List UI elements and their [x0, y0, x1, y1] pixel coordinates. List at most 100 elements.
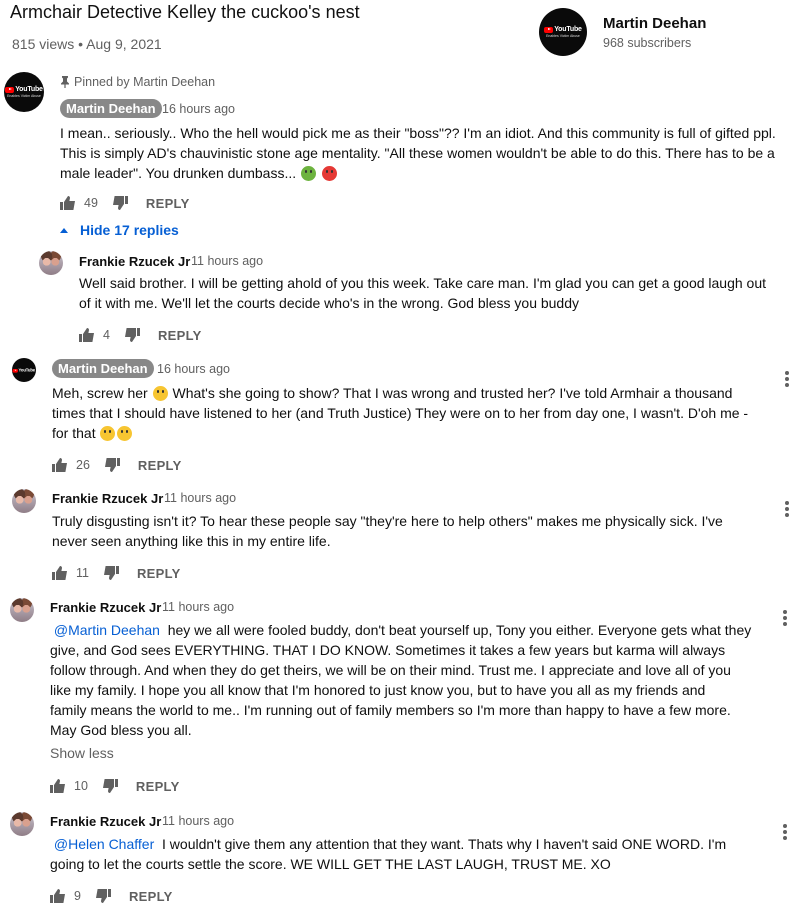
like-count: 4	[103, 328, 110, 342]
avatar[interactable]	[12, 489, 36, 513]
comment-line: Meh, screw her What's she going to show?…	[52, 385, 733, 401]
comment-line: going to let the courts settle the score…	[50, 856, 611, 872]
like-count: 9	[74, 889, 81, 903]
comment-line: like my family. I hope you all know that…	[50, 682, 706, 698]
thumb-up-icon[interactable]	[50, 778, 66, 794]
comment-line: This is simply AD's chauvinistic stone a…	[60, 145, 775, 161]
comment-time[interactable]: 11 hours ago	[162, 600, 234, 614]
comment-time[interactable]: 11 hours ago	[162, 814, 234, 828]
reply-button[interactable]: REPLY	[138, 458, 182, 473]
comment-line: I mean.. seriously.. Who the hell would …	[60, 125, 776, 141]
nauseated-face-icon	[301, 166, 317, 181]
comment-line: of it with me. We'll let the courts deci…	[79, 295, 580, 311]
comment-line: May God bless you all.	[50, 722, 192, 738]
comment-actions: 4 REPLY	[79, 327, 202, 343]
comment-time[interactable]: 16 hours ago	[162, 102, 235, 116]
thumb-up-icon[interactable]	[52, 457, 68, 473]
caret-up-icon	[60, 227, 68, 233]
grinning-face-icon	[152, 386, 168, 401]
like-count: 10	[74, 779, 88, 793]
thumb-down-icon[interactable]	[103, 565, 119, 581]
comment-time[interactable]: 11 hours ago	[164, 491, 236, 505]
avatar[interactable]	[10, 598, 34, 622]
comment-author[interactable]: Frankie Rzucek Jr	[50, 814, 161, 829]
avatar[interactable]	[10, 812, 34, 836]
thumb-down-icon[interactable]	[112, 195, 128, 211]
comment-time[interactable]: 16 hours ago	[157, 362, 230, 376]
more-options-icon[interactable]	[783, 610, 787, 628]
hide-replies-label: Hide 17 replies	[80, 222, 179, 238]
thumb-down-icon[interactable]	[102, 778, 118, 794]
comment-line: follow through. And when they do get the…	[50, 662, 731, 678]
comment-text: Truly disgusting isn't it? To hear these…	[52, 511, 777, 551]
comment-author[interactable]: Frankie Rzucek Jr	[52, 491, 163, 506]
show-less-button[interactable]: Show less	[50, 745, 114, 761]
comment-actions: 10 REPLY	[50, 778, 180, 794]
comment-actions: 9 REPLY	[50, 888, 173, 904]
comment-time[interactable]: 11 hours ago	[191, 254, 263, 268]
comment-line: never seen anything like this in my enti…	[52, 533, 331, 549]
video-meta: 815 views • Aug 9, 2021	[12, 36, 162, 52]
reply-button[interactable]: REPLY	[146, 196, 190, 211]
like-count: 11	[76, 566, 89, 580]
more-options-icon[interactable]	[783, 824, 787, 842]
mention-link[interactable]: @Martin Deehan	[54, 622, 160, 638]
comment-actions: 26 REPLY	[52, 457, 182, 473]
reply-button[interactable]: REPLY	[137, 566, 181, 581]
more-options-icon[interactable]	[785, 501, 789, 519]
thumb-up-icon[interactable]	[50, 888, 66, 904]
reply-button[interactable]: REPLY	[129, 889, 173, 904]
mention-link[interactable]: @Helen Chaffer	[54, 836, 154, 852]
pinned-text: Pinned by Martin Deehan	[74, 75, 216, 89]
comment-line: male leader". You drunken dumbass...	[60, 163, 800, 183]
pinned-label: Pinned by Martin Deehan	[60, 75, 215, 89]
comment-text: @Helen Chaffer I wouldn't give them any …	[50, 834, 780, 874]
avatar[interactable]: YouTube	[12, 358, 36, 382]
thumb-down-icon[interactable]	[124, 327, 140, 343]
pleading-face-icon	[100, 426, 116, 441]
thumb-up-icon[interactable]	[79, 327, 95, 343]
thumb-up-icon[interactable]	[60, 195, 76, 211]
comment-text: Meh, screw her What's she going to show?…	[52, 383, 777, 443]
comment-author[interactable]: Martin Deehan	[60, 99, 162, 118]
avatar-tagline: Enables Victim Abuse	[7, 94, 41, 98]
hide-replies-button[interactable]: Hide 17 replies	[60, 222, 179, 238]
comment-text: I mean.. seriously.. Who the hell would …	[60, 123, 800, 183]
more-options-icon[interactable]	[785, 371, 789, 389]
video-title: Armchair Detective Kelley the cuckoo's n…	[10, 2, 360, 22]
comment-actions: 49 REPLY	[60, 195, 190, 211]
like-count: 26	[76, 458, 90, 472]
subscriber-count: 968 subscribers	[603, 36, 692, 50]
grinning-face-icon	[117, 426, 133, 441]
thumb-down-icon[interactable]	[95, 888, 111, 904]
comment-text: @Martin Deehan hey we all were fooled bu…	[50, 620, 780, 740]
comment-author[interactable]: Frankie Rzucek Jr	[79, 254, 190, 269]
comment-line: @Helen Chaffer I wouldn't give them any …	[53, 836, 727, 852]
pin-icon	[61, 76, 69, 88]
reply-button[interactable]: REPLY	[136, 779, 180, 794]
thumb-up-icon[interactable]	[52, 565, 68, 581]
reply-button[interactable]: REPLY	[158, 328, 202, 343]
channel-name[interactable]: Martin Deehan	[603, 15, 706, 32]
angry-face-icon	[321, 166, 337, 181]
comment-line: family means the world to me.. I'm runni…	[50, 702, 731, 718]
comment-author[interactable]: Frankie Rzucek Jr	[50, 600, 161, 615]
avatar-tagline: Enables Victim Abuse	[546, 34, 580, 38]
comment-actions: 11 REPLY	[52, 565, 181, 581]
comment-line: times that I should have listened to her…	[52, 405, 749, 421]
channel-avatar[interactable]: YouTube Enables Victim Abuse	[539, 8, 587, 56]
comment-line: Truly disgusting isn't it? To hear these…	[52, 513, 723, 529]
comment-line: @Martin Deehan hey we all were fooled bu…	[53, 622, 752, 638]
comment-line: for that	[52, 423, 777, 443]
youtube-logo-icon: YouTube	[5, 86, 43, 93]
comment-text: Well said brother. I will be getting aho…	[79, 273, 804, 313]
youtube-logo-icon: YouTube	[12, 368, 35, 372]
avatar[interactable]: YouTube Enables Victim Abuse	[4, 72, 44, 112]
like-count: 49	[84, 196, 98, 210]
youtube-logo-icon: YouTube	[544, 26, 582, 33]
thumb-down-icon[interactable]	[104, 457, 120, 473]
comment-line: Well said brother. I will be getting aho…	[79, 275, 767, 291]
comment-author[interactable]: Martin Deehan	[52, 359, 154, 378]
comment-line: give, and God sees EVERYTHING. THAT I DO…	[50, 642, 726, 658]
avatar[interactable]	[39, 251, 63, 275]
